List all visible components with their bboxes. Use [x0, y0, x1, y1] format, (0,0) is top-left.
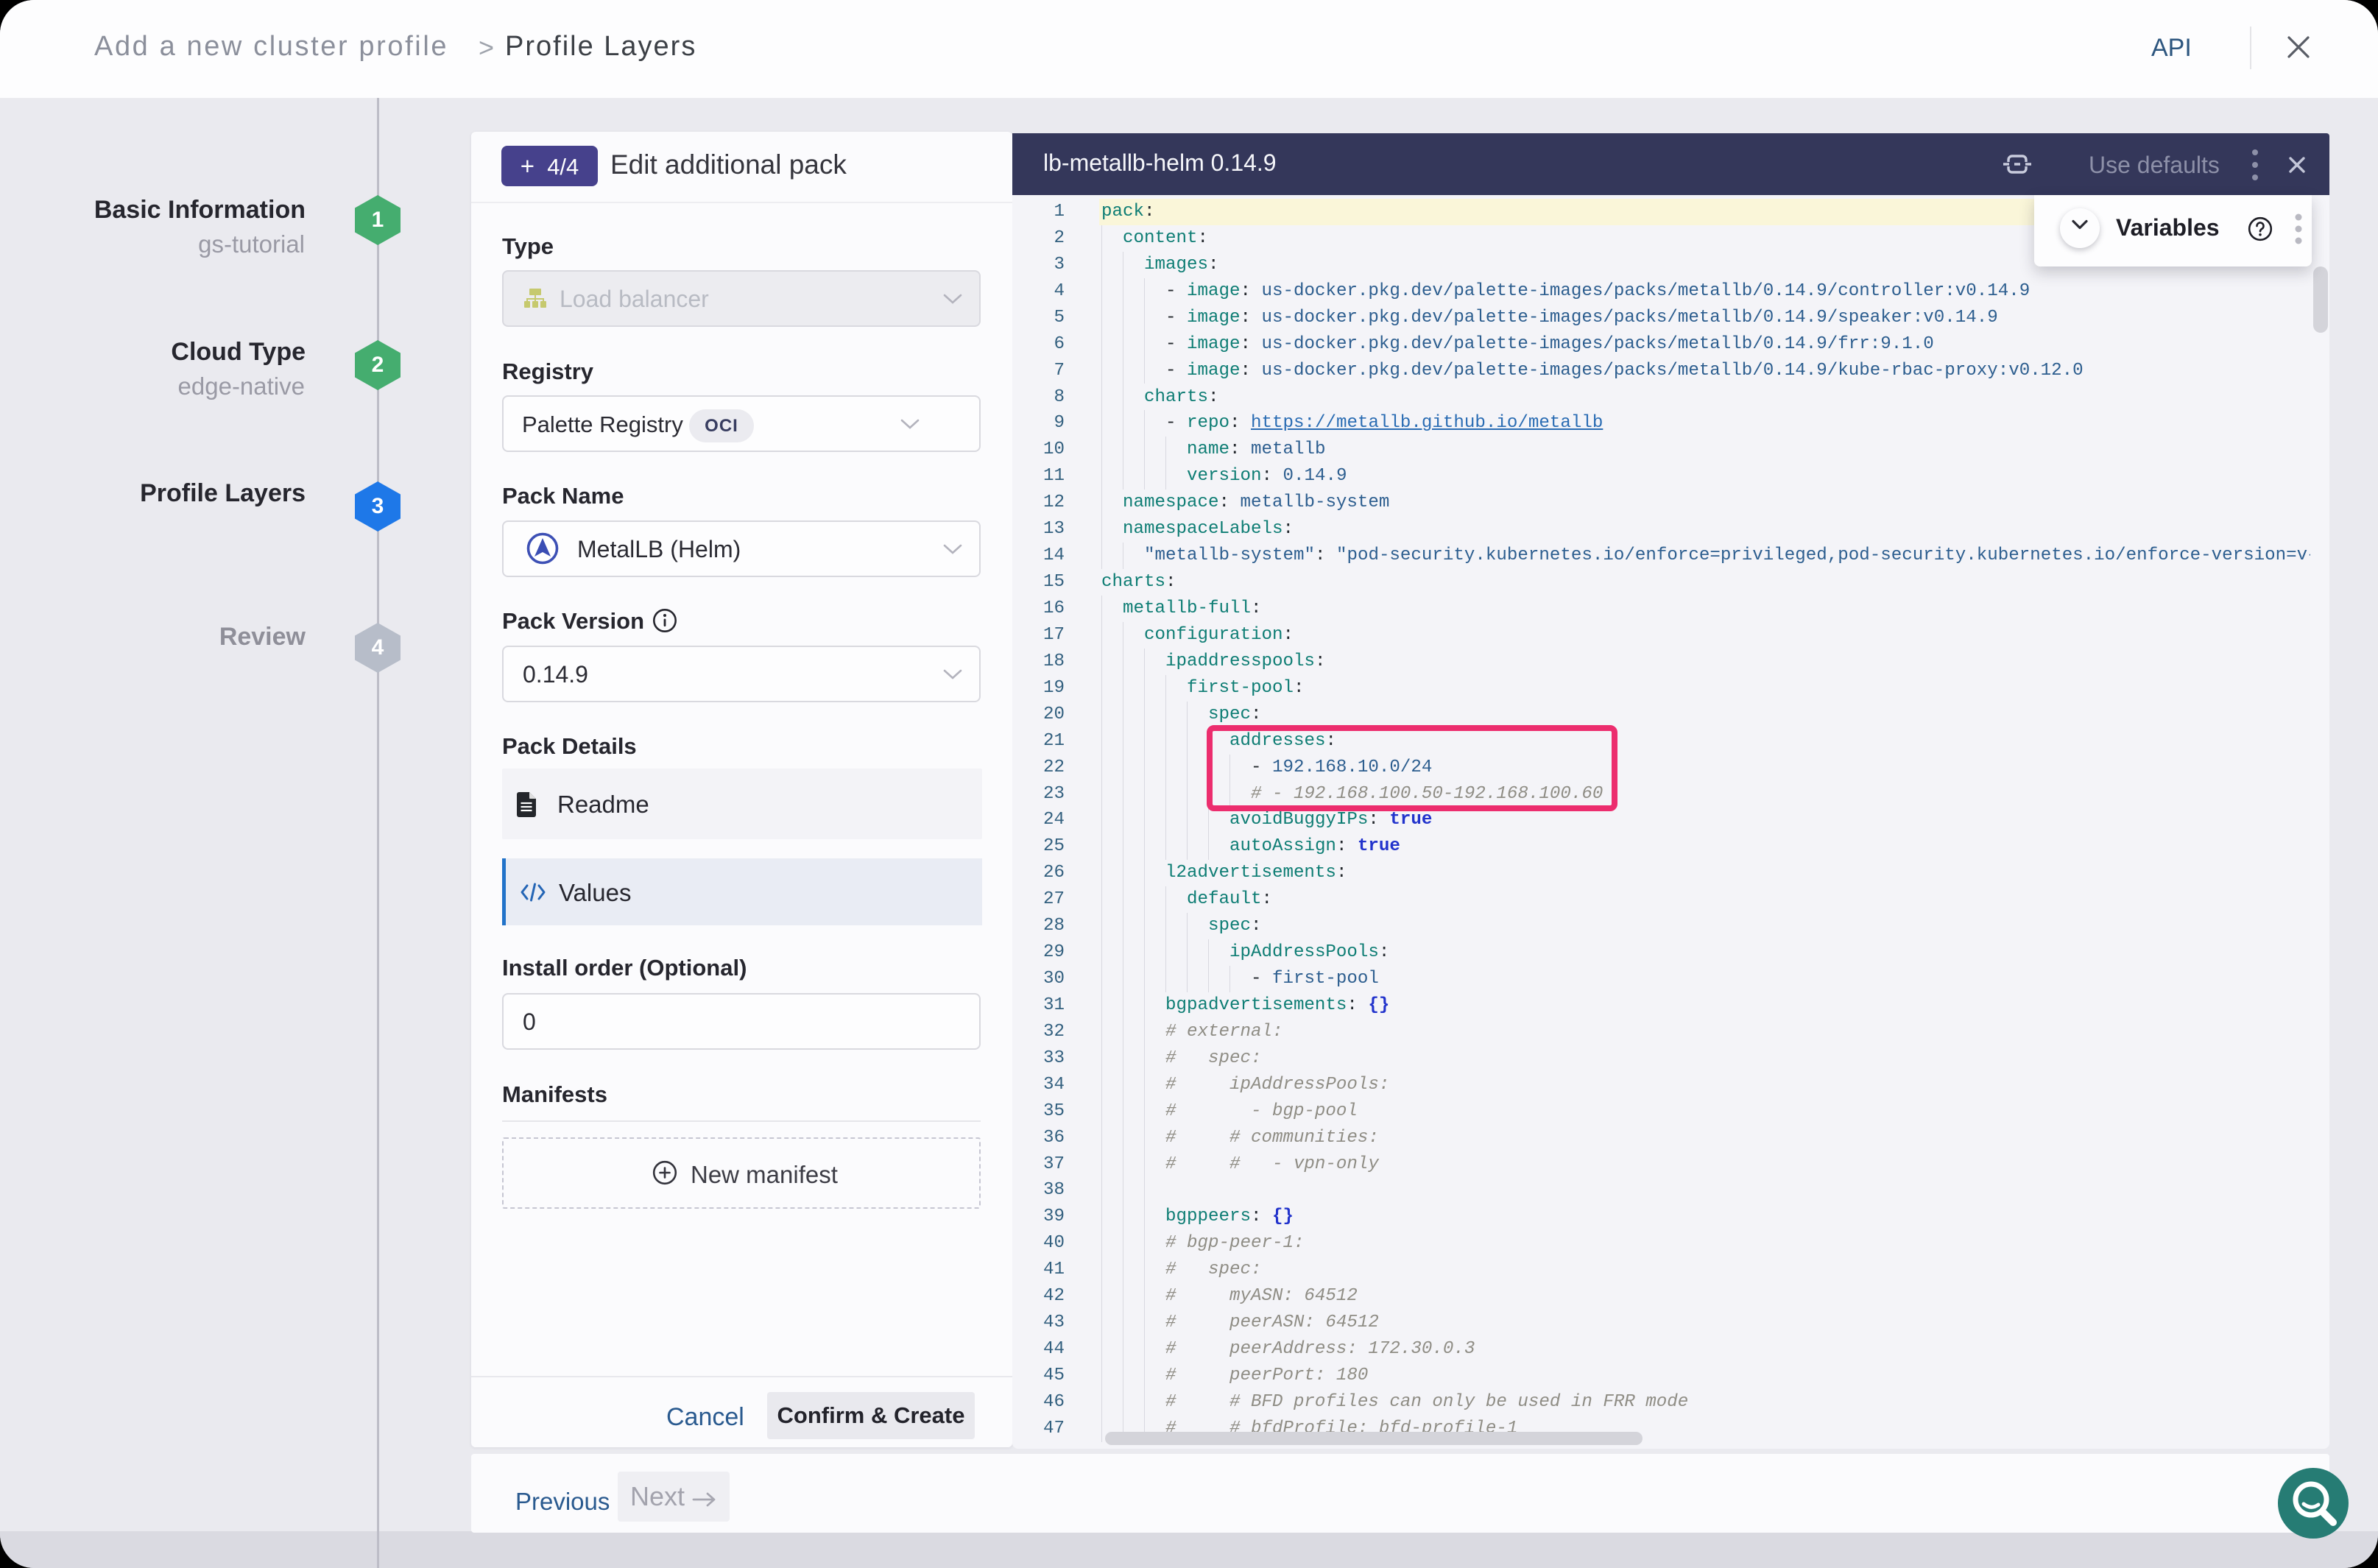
svg-text:2: 2: [372, 353, 384, 377]
svg-text:4: 4: [372, 635, 384, 660]
svg-text:3: 3: [372, 494, 384, 518]
svg-text:1: 1: [372, 208, 384, 232]
